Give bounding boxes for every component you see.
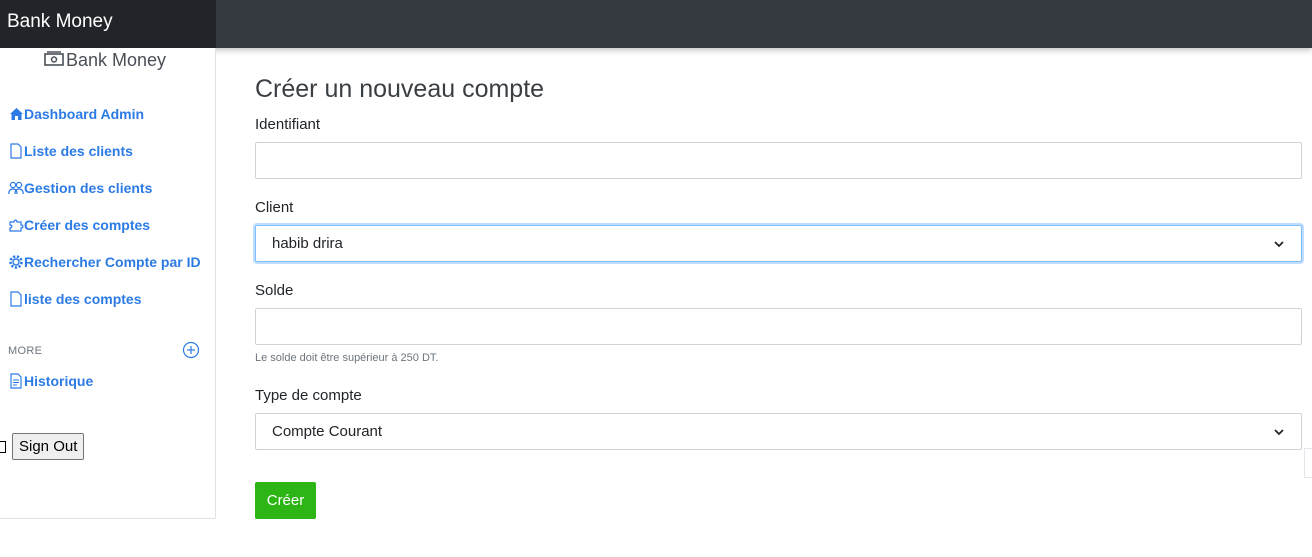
- sidebar-item-liste-des-comptes[interactable]: liste des comptes: [8, 291, 142, 307]
- solde-help-text: Le solde doit être supérieur à 250 DT.: [255, 352, 439, 364]
- identifiant-input[interactable]: [255, 142, 1302, 179]
- type-compte-selected-value: Compte Courant: [272, 423, 383, 440]
- sidebar-item-label: Dashboard Admin: [24, 106, 145, 122]
- identifiant-label: Identifiant: [255, 116, 321, 133]
- cash-icon: [44, 50, 66, 71]
- sidebar-item-label: Rechercher Compte par ID: [24, 254, 201, 270]
- app-brand[interactable]: Bank Money: [7, 11, 113, 33]
- chevron-down-icon: [1273, 238, 1285, 250]
- sidebar-item-label: Créer des comptes: [24, 217, 151, 233]
- sidebar-item-gestion-des-clients[interactable]: Gestion des clients: [8, 180, 152, 196]
- side-widget-tab[interactable]: [1304, 448, 1312, 478]
- sidebar-item-creer-des-comptes[interactable]: Créer des comptes: [8, 217, 150, 233]
- sidebar-item-historique[interactable]: Historique: [8, 373, 93, 389]
- house-icon: [8, 106, 24, 122]
- plus-circle-icon[interactable]: [182, 341, 200, 364]
- gear-icon: [8, 254, 24, 270]
- sidebar-item-label: Liste des clients: [24, 143, 133, 159]
- chevron-down-icon: [1273, 426, 1285, 438]
- client-label: Client: [255, 199, 294, 216]
- brand-box: Bank Money: [0, 0, 216, 48]
- more-heading: MORE: [8, 345, 43, 357]
- client-select[interactable]: habib drira: [255, 225, 1302, 262]
- signout-area: Sign Out: [0, 433, 85, 460]
- solde-label: Solde: [255, 282, 294, 299]
- people-icon: [8, 180, 24, 196]
- sidebar-brand: Bank Money: [44, 50, 166, 71]
- solde-input[interactable]: [255, 308, 1302, 345]
- type-compte-label: Type de compte: [255, 387, 362, 404]
- signout-icon: [0, 440, 6, 453]
- sign-out-button[interactable]: Sign Out: [12, 433, 85, 460]
- sidebar-item-label: liste des comptes: [24, 291, 142, 307]
- sidebar-item-dashboard-admin[interactable]: Dashboard Admin: [8, 106, 144, 122]
- sidebar: Bank Money Dashboard Admin Liste des cli…: [0, 48, 216, 519]
- client-selected-value: habib drira: [272, 235, 343, 252]
- type-compte-select[interactable]: Compte Courant: [255, 413, 1302, 450]
- page-title: Créer un nouveau compte: [255, 75, 545, 103]
- sidebar-brand-label: Bank Money: [66, 50, 167, 70]
- create-button[interactable]: Créer: [255, 482, 316, 519]
- file-icon: [8, 291, 24, 307]
- file-icon: [8, 143, 24, 159]
- sidebar-item-rechercher-compte[interactable]: Rechercher Compte par ID: [8, 254, 201, 270]
- top-navbar: Bank Money: [0, 0, 1312, 48]
- sidebar-item-label: Gestion des clients: [24, 180, 153, 196]
- puzzle-icon: [8, 217, 24, 233]
- file-text-icon: [8, 373, 24, 389]
- sidebar-item-label: Historique: [24, 373, 94, 389]
- sidebar-item-liste-des-clients[interactable]: Liste des clients: [8, 143, 133, 159]
